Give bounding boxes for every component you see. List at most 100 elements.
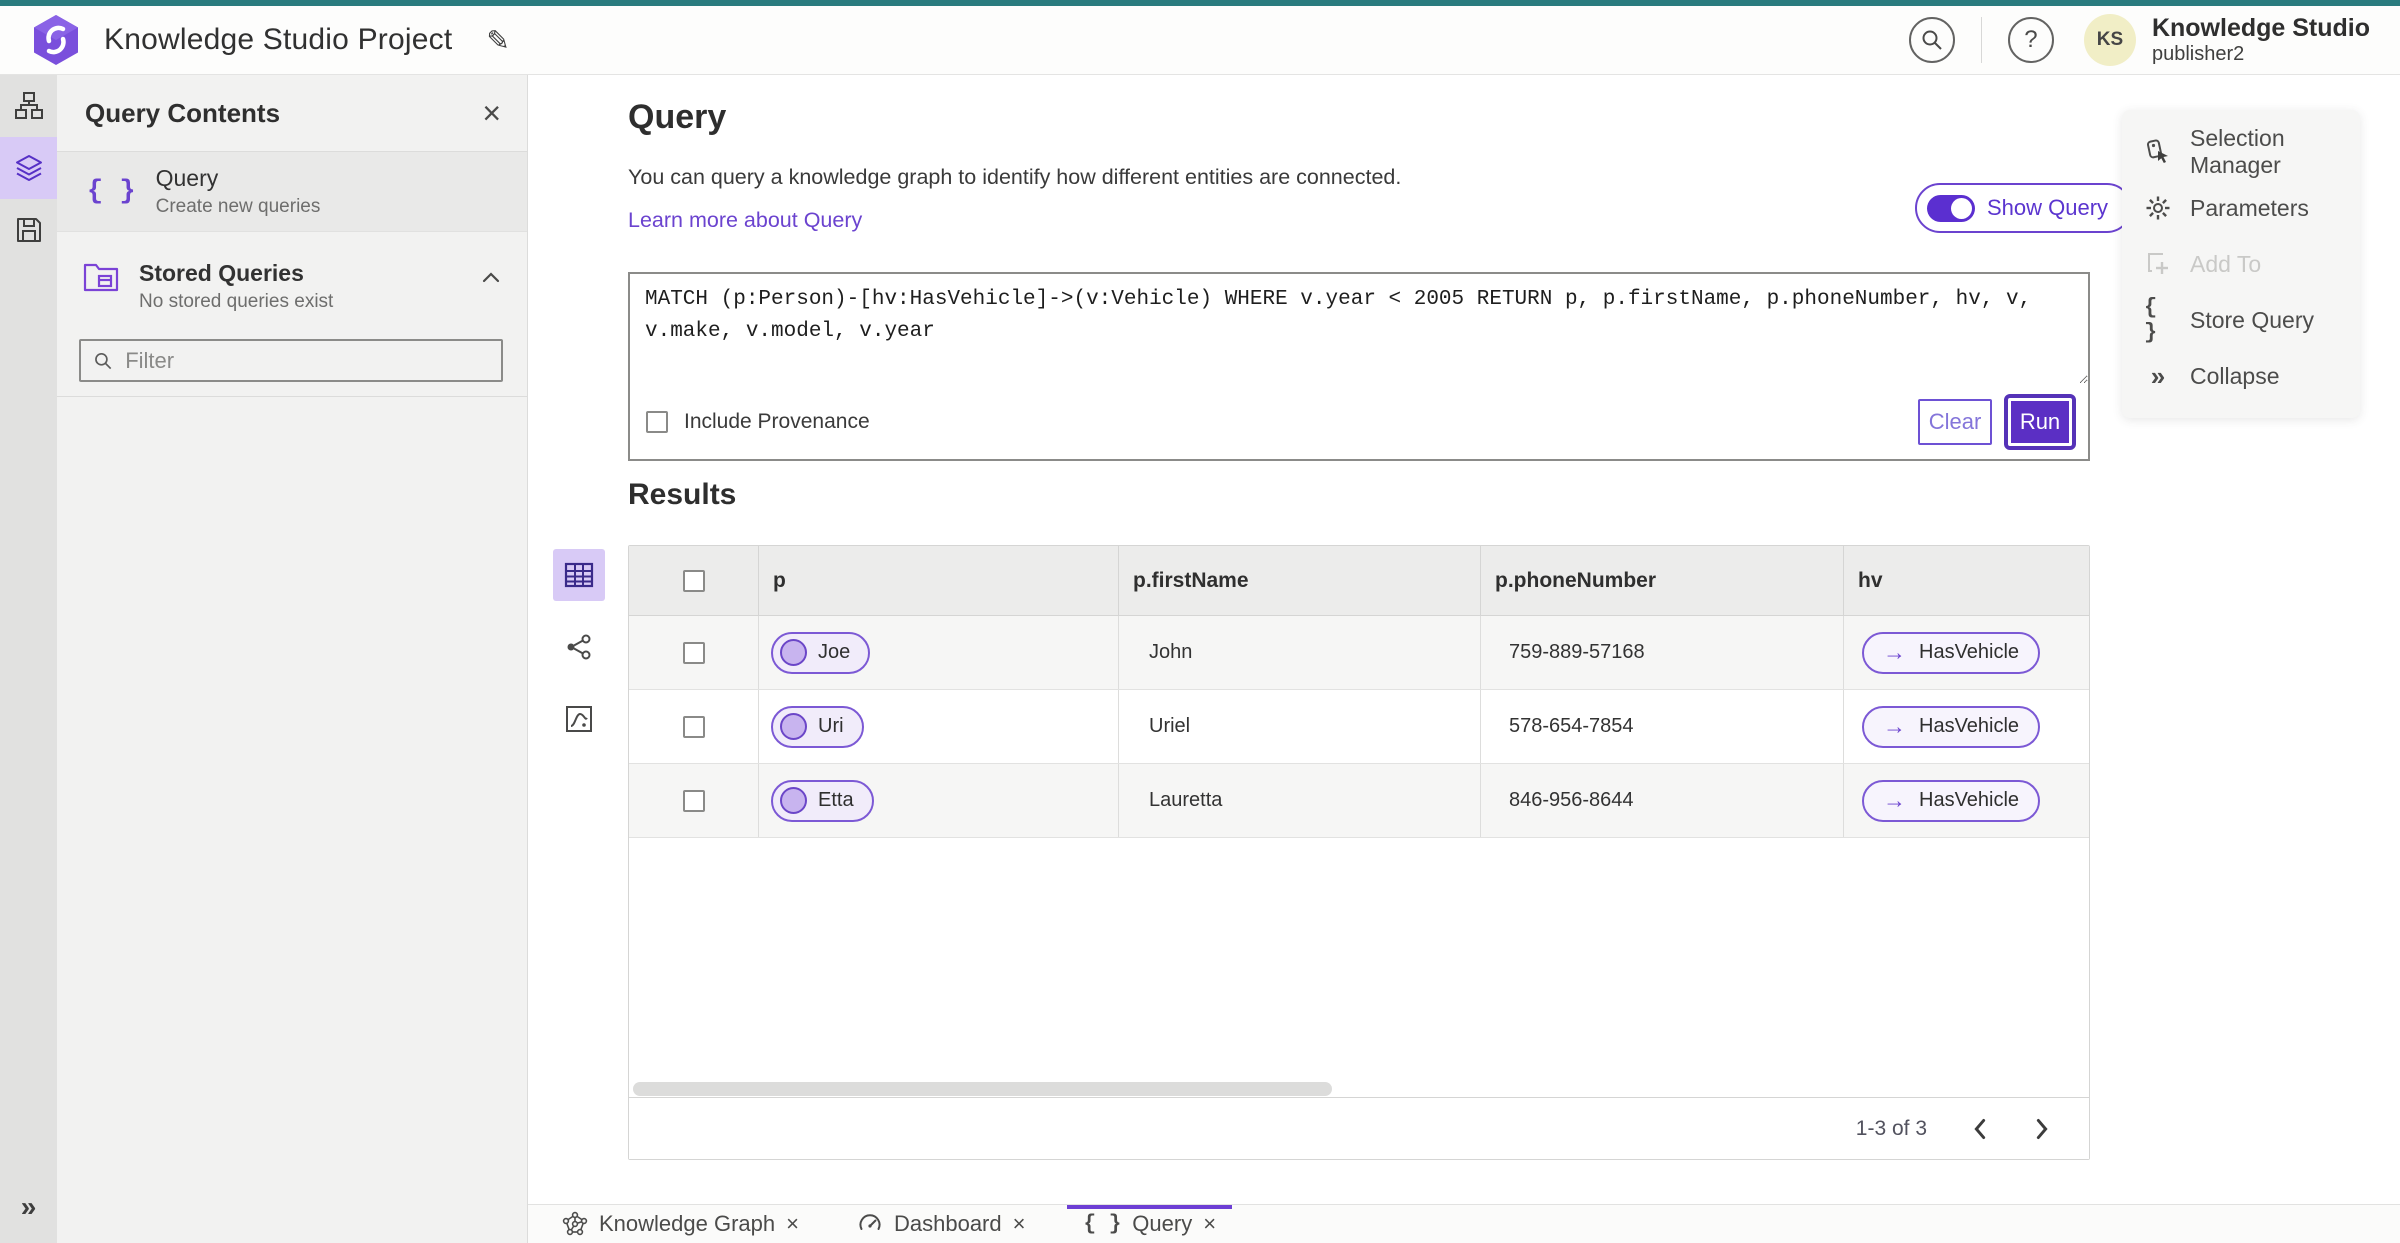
- row-checkbox[interactable]: [682, 641, 705, 664]
- graph-view-button[interactable]: [553, 621, 605, 673]
- relationship-pill[interactable]: → HasVehicle: [1862, 705, 2041, 748]
- person-node-label: Uri: [818, 715, 844, 737]
- save-icon: [16, 218, 41, 242]
- edit-title-icon[interactable]: ✎: [486, 24, 509, 57]
- phonenumber-value: 578-654-7854: [1509, 715, 1634, 737]
- results-heading: Results: [628, 478, 737, 511]
- dashboard-gauge-icon: [859, 1214, 881, 1230]
- sidebar-item-stored-queries[interactable]: Stored Queries No stored queries exist: [57, 244, 527, 313]
- collapse-icon: »: [2150, 360, 2166, 391]
- rail-item-save[interactable]: [0, 199, 57, 261]
- cell-firstname: Uriel: [1119, 690, 1481, 763]
- table-row: Joe John 759-889-57168 → HasVehicle: [629, 616, 2089, 690]
- results-table: p p.firstName p.phoneNumber hv Joe John: [628, 545, 2090, 1160]
- parameters-label: Parameters: [2190, 194, 2309, 221]
- rail-item-layers[interactable]: [0, 137, 57, 199]
- project-title: Knowledge Studio Project: [104, 23, 453, 56]
- run-button[interactable]: Run: [2004, 393, 2076, 450]
- close-icon[interactable]: ×: [482, 97, 501, 129]
- search-icon: [1922, 30, 1942, 50]
- tab-close-icon[interactable]: ×: [1013, 1211, 1026, 1237]
- show-query-toggle[interactable]: Show Query: [1915, 183, 2133, 233]
- selection-manager-item[interactable]: Selection Manager: [2122, 124, 2360, 180]
- help-icon: ?: [2024, 26, 2038, 53]
- learn-more-link[interactable]: Learn more about Query: [628, 208, 862, 233]
- results-view-switcher: [553, 549, 605, 745]
- relationship-label: HasVehicle: [1919, 715, 2020, 737]
- cell-firstname: John: [1119, 616, 1481, 689]
- toggle-switch-on[interactable]: [1927, 194, 1975, 222]
- tab-query[interactable]: { } Query ×: [1067, 1205, 1232, 1243]
- query-editor[interactable]: MATCH (p:Person)-[hv:HasVehicle]->(v:Veh…: [628, 272, 2090, 386]
- column-header-p[interactable]: p: [759, 546, 1119, 615]
- select-all-checkbox[interactable]: [682, 569, 705, 592]
- stored-item-sublabel: No stored queries exist: [139, 291, 334, 312]
- column-header-phonenumber[interactable]: p.phoneNumber: [1481, 546, 1844, 615]
- stored-item-text: Stored Queries No stored queries exist: [139, 260, 333, 313]
- selection-manager-icon: [2144, 139, 2172, 165]
- person-node-pill[interactable]: Joe: [771, 631, 871, 674]
- prev-page-button[interactable]: [1971, 1118, 1989, 1140]
- braces-icon: { }: [87, 176, 136, 207]
- query-item-label: Query: [155, 165, 219, 191]
- node-dot-icon: [780, 639, 807, 666]
- sidebar-item-query[interactable]: { } Query Create new queries: [57, 152, 527, 232]
- tab-knowledge-graph[interactable]: Knowledge Graph ×: [546, 1205, 815, 1243]
- chart-view-button[interactable]: [553, 693, 605, 745]
- row-checkbox[interactable]: [682, 715, 705, 738]
- tab-close-icon[interactable]: ×: [786, 1211, 799, 1237]
- include-provenance-checkbox[interactable]: [646, 410, 668, 433]
- phonenumber-value: 846-956-8644: [1509, 789, 1634, 811]
- column-header-firstname[interactable]: p.firstName: [1119, 546, 1481, 615]
- cell-phonenumber: 759-889-57168: [1481, 616, 1844, 689]
- folder-icon: [83, 263, 119, 292]
- person-node-pill[interactable]: Uri: [771, 705, 864, 748]
- left-icon-rail: »: [0, 75, 57, 1243]
- query-item-sublabel: Create new queries: [155, 196, 321, 217]
- store-query-label: Store Query: [2190, 306, 2314, 333]
- row-checkbox[interactable]: [682, 789, 705, 812]
- arrow-right-icon: →: [1883, 787, 1906, 813]
- phonenumber-value: 759-889-57168: [1509, 641, 1645, 663]
- tab-label: Query: [1132, 1211, 1193, 1236]
- gear-icon: [2144, 195, 2172, 221]
- pagination-label: 1-3 of 3: [1855, 1116, 1927, 1140]
- user-role: publisher2: [2151, 42, 2245, 65]
- filter-input[interactable]: [125, 347, 489, 374]
- app-window: Knowledge Studio Project ✎ ? KS Knowledg…: [0, 0, 2400, 1243]
- parameters-item[interactable]: Parameters: [2122, 180, 2360, 236]
- person-node-pill[interactable]: Etta: [771, 779, 874, 822]
- relationship-pill[interactable]: → HasVehicle: [1862, 631, 2041, 674]
- firstname-value: John: [1149, 641, 1193, 663]
- table-header-row: p p.firstName p.phoneNumber hv: [629, 546, 2089, 616]
- filter-box: [79, 339, 503, 382]
- table-row: Uri Uriel 578-654-7854 → HasVehicle: [629, 690, 2089, 764]
- tab-close-icon[interactable]: ×: [1203, 1211, 1216, 1237]
- header-checkbox-cell: [629, 546, 759, 615]
- collapse-item[interactable]: » Collapse: [2122, 348, 2360, 404]
- avatar[interactable]: KS: [2083, 14, 2136, 66]
- add-to-label: Add To: [2190, 250, 2262, 277]
- clear-button[interactable]: Clear: [1918, 398, 1992, 445]
- chevron-up-icon[interactable]: [481, 270, 501, 284]
- search-button[interactable]: [1908, 17, 1955, 63]
- help-button[interactable]: ?: [2007, 17, 2054, 63]
- cell-hv: → HasVehicle: [1844, 690, 2089, 763]
- rail-expand-icon[interactable]: »: [0, 1191, 57, 1223]
- column-header-hv[interactable]: hv: [1844, 546, 2089, 615]
- table-view-button[interactable]: [553, 549, 605, 601]
- main-content: Query You can query a knowledge graph to…: [528, 75, 2400, 1204]
- relationship-pill[interactable]: → HasVehicle: [1862, 779, 2041, 822]
- rail-item-model[interactable]: [0, 75, 57, 137]
- next-page-button[interactable]: [2033, 1118, 2051, 1140]
- panel-header: Query Contents ×: [57, 75, 527, 152]
- horizontal-scrollbar[interactable]: [633, 1082, 1332, 1096]
- share-graph-icon: [567, 634, 591, 660]
- person-node-label: Joe: [818, 641, 851, 663]
- person-node-label: Etta: [818, 789, 854, 811]
- row-checkbox-cell: [629, 616, 759, 689]
- store-query-item[interactable]: { } Store Query: [2122, 292, 2360, 348]
- arrow-right-icon: →: [1883, 639, 1906, 665]
- cell-firstname: Lauretta: [1119, 764, 1481, 837]
- tab-dashboard[interactable]: Dashboard ×: [841, 1205, 1042, 1243]
